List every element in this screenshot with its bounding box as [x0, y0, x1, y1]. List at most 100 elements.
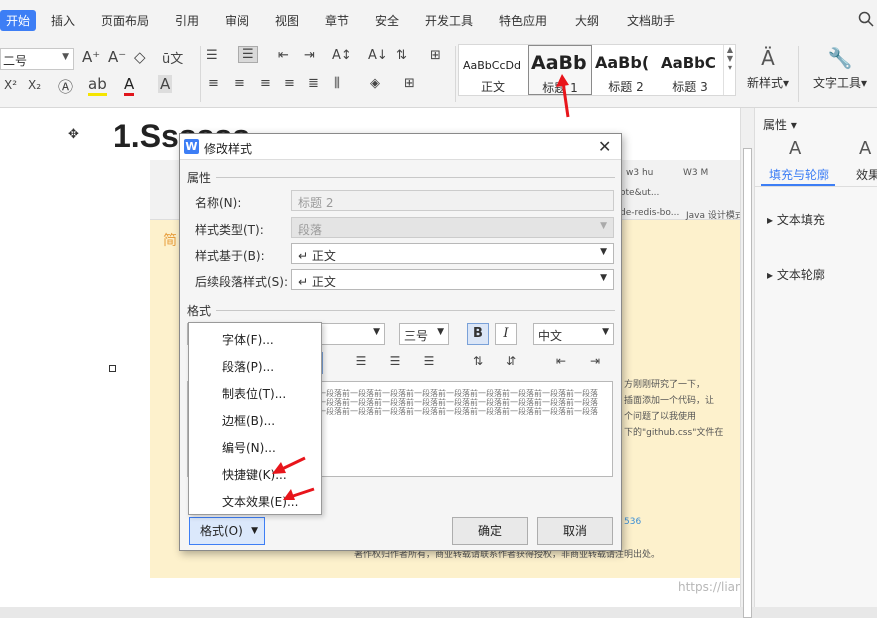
tab-features[interactable]: 特色应用: [499, 12, 547, 29]
text-tools-button[interactable]: 🔧 文字工具▾: [808, 46, 872, 91]
chevron-down-icon: ▼: [437, 327, 444, 337]
resize-handle[interactable]: [109, 365, 116, 372]
tab-doc-assistant[interactable]: 文档助手: [627, 12, 675, 29]
asian-layout-icon[interactable]: A↕: [332, 48, 352, 63]
bg-link: 536: [624, 517, 642, 527]
indent-icon[interactable]: ⇥: [304, 48, 315, 63]
align-center-icon[interactable]: ☰: [384, 354, 406, 374]
menu-item-font[interactable]: 字体(F)...: [222, 331, 274, 348]
italic-button[interactable]: I: [495, 323, 517, 345]
bg-text-line: 下的"github.css"文件在: [624, 428, 724, 438]
tab-effect[interactable]: 效果: [856, 166, 877, 183]
char-shading-icon[interactable]: A: [158, 75, 173, 93]
align-right-icon[interactable]: ≡: [260, 76, 271, 91]
style-normal[interactable]: AaBbCcDd 正文: [459, 45, 527, 95]
language-select[interactable]: 中文 ▼: [533, 323, 614, 345]
highlight-icon[interactable]: ab: [88, 75, 107, 96]
tab-fill-outline[interactable]: 填充与轮廓: [769, 166, 829, 183]
format-button[interactable]: 格式(O) ▼: [189, 517, 265, 545]
text-effect-icon[interactable]: Ⓐ: [58, 76, 73, 97]
tab-home[interactable]: 开始: [0, 10, 37, 31]
distribute-icon[interactable]: ≣: [308, 76, 319, 91]
gallery-scroll[interactable]: ▲ ▼ ▾: [723, 45, 736, 95]
panel-title[interactable]: 属性 ▾: [763, 116, 797, 133]
justify-icon[interactable]: ≡: [284, 76, 295, 91]
close-icon[interactable]: ✕: [598, 137, 611, 156]
tab-chapter[interactable]: 章节: [325, 12, 349, 29]
tab-security[interactable]: 安全: [375, 12, 399, 29]
para-spacing-icon[interactable]: ⇵: [500, 354, 522, 374]
style-sample: AaBb(: [595, 53, 650, 72]
line-spacing-icon[interactable]: ⇅: [396, 48, 407, 63]
sort-icon[interactable]: A↓: [368, 48, 388, 63]
style-heading2[interactable]: AaBb( 标题 2: [593, 45, 659, 95]
text-outline-section[interactable]: ▸ 文本轮廓: [767, 266, 825, 283]
move-icon[interactable]: ✥: [68, 127, 79, 142]
style-sample: AaBbCcDd: [463, 59, 521, 72]
decrease-indent-icon[interactable]: ⇤: [550, 354, 572, 374]
vertical-scrollbar[interactable]: [740, 108, 754, 618]
language-value: 中文: [538, 329, 563, 343]
font-size-select[interactable]: 二号 ▼: [0, 48, 74, 70]
align-left-icon[interactable]: ≡: [208, 76, 219, 91]
bg-tab: w3 hu: [626, 168, 654, 178]
based-on-select[interactable]: ↵ 正文 ▼: [291, 243, 614, 264]
name-field[interactable]: 标题 2: [291, 190, 614, 211]
eraser-icon[interactable]: ◇: [134, 48, 146, 66]
new-style-icon: Ä: [761, 46, 775, 70]
bg-url: ote&ut...: [620, 188, 660, 198]
new-style-button[interactable]: Ä 新样式▾: [742, 46, 794, 91]
outdent-icon[interactable]: ⇤: [278, 48, 289, 63]
separator: [200, 46, 201, 102]
bg-text-line: 个问题了以我使用: [624, 412, 697, 422]
text-fill-icon: A: [789, 138, 802, 159]
dialog-title: 修改样式: [204, 142, 253, 156]
tab-page-layout[interactable]: 页面布局: [101, 12, 149, 29]
style-heading3[interactable]: AaBbC 标题 3: [659, 45, 721, 95]
preview-line: 一段落前一段落前一段落前一段落前一段落前一段落前一段落前一段落前一段落: [318, 407, 598, 416]
bullets-icon[interactable]: ☰: [206, 48, 218, 63]
next-style-select[interactable]: ↵ 正文 ▼: [291, 269, 614, 290]
grow-font-icon[interactable]: A⁺: [82, 48, 100, 66]
cancel-button[interactable]: 取消: [537, 517, 613, 545]
phonetic-icon[interactable]: ū文: [162, 48, 183, 67]
chevron-down-icon: ▼: [62, 52, 69, 62]
tab-outline[interactable]: 大纲: [575, 12, 599, 29]
menu-item-tabs[interactable]: 制表位(T)...: [222, 385, 286, 402]
menu-item-numbering[interactable]: 编号(N)...: [222, 439, 276, 456]
font-size-select[interactable]: 三号 ▼: [399, 323, 449, 345]
ok-button[interactable]: 确定: [452, 517, 528, 545]
border-icon[interactable]: ⊞: [404, 76, 415, 91]
align-right-icon[interactable]: ☰: [418, 354, 440, 374]
increase-indent-icon[interactable]: ⇥: [584, 354, 606, 374]
bg-tab: W3 M: [683, 168, 709, 178]
tab-review[interactable]: 审阅: [225, 12, 249, 29]
shrink-font-icon[interactable]: A⁻: [108, 48, 126, 66]
superscript-icon[interactable]: X²: [4, 78, 17, 92]
shading-icon[interactable]: ◈: [370, 76, 380, 91]
text-fill-section[interactable]: ▸ 文本填充: [767, 211, 825, 228]
font-color-icon[interactable]: A: [124, 75, 135, 96]
type-value: 段落: [298, 223, 323, 237]
align-center-icon[interactable]: ≡: [234, 76, 245, 91]
scroll-thumb[interactable]: [743, 148, 752, 618]
columns-icon[interactable]: ⫼: [334, 76, 340, 91]
bold-button[interactable]: B: [467, 323, 489, 345]
annotation-arrow-icon: [283, 487, 315, 500]
numbering-icon[interactable]: ☰: [238, 46, 258, 63]
panel-title-text: 属性: [763, 118, 788, 132]
next-style-label: 后续段落样式(S):: [195, 275, 289, 289]
tab-insert[interactable]: 插入: [51, 12, 75, 29]
bg-bookmark: de-redis-bo...: [620, 208, 680, 218]
align-left-icon[interactable]: ☰: [350, 354, 372, 374]
menu-item-paragraph[interactable]: 段落(P)...: [222, 358, 274, 375]
line-spacing-icon[interactable]: ⇅: [467, 354, 489, 374]
search-icon[interactable]: [858, 11, 874, 27]
table-icon[interactable]: ⊞: [430, 48, 441, 63]
subscript-icon[interactable]: X₂: [28, 78, 41, 92]
menu-item-border[interactable]: 边框(B)...: [222, 412, 275, 429]
tab-developer[interactable]: 开发工具: [425, 12, 473, 29]
tab-references[interactable]: 引用: [175, 12, 199, 29]
chevron-down-icon: ▼: [600, 273, 607, 283]
tab-view[interactable]: 视图: [275, 12, 299, 29]
